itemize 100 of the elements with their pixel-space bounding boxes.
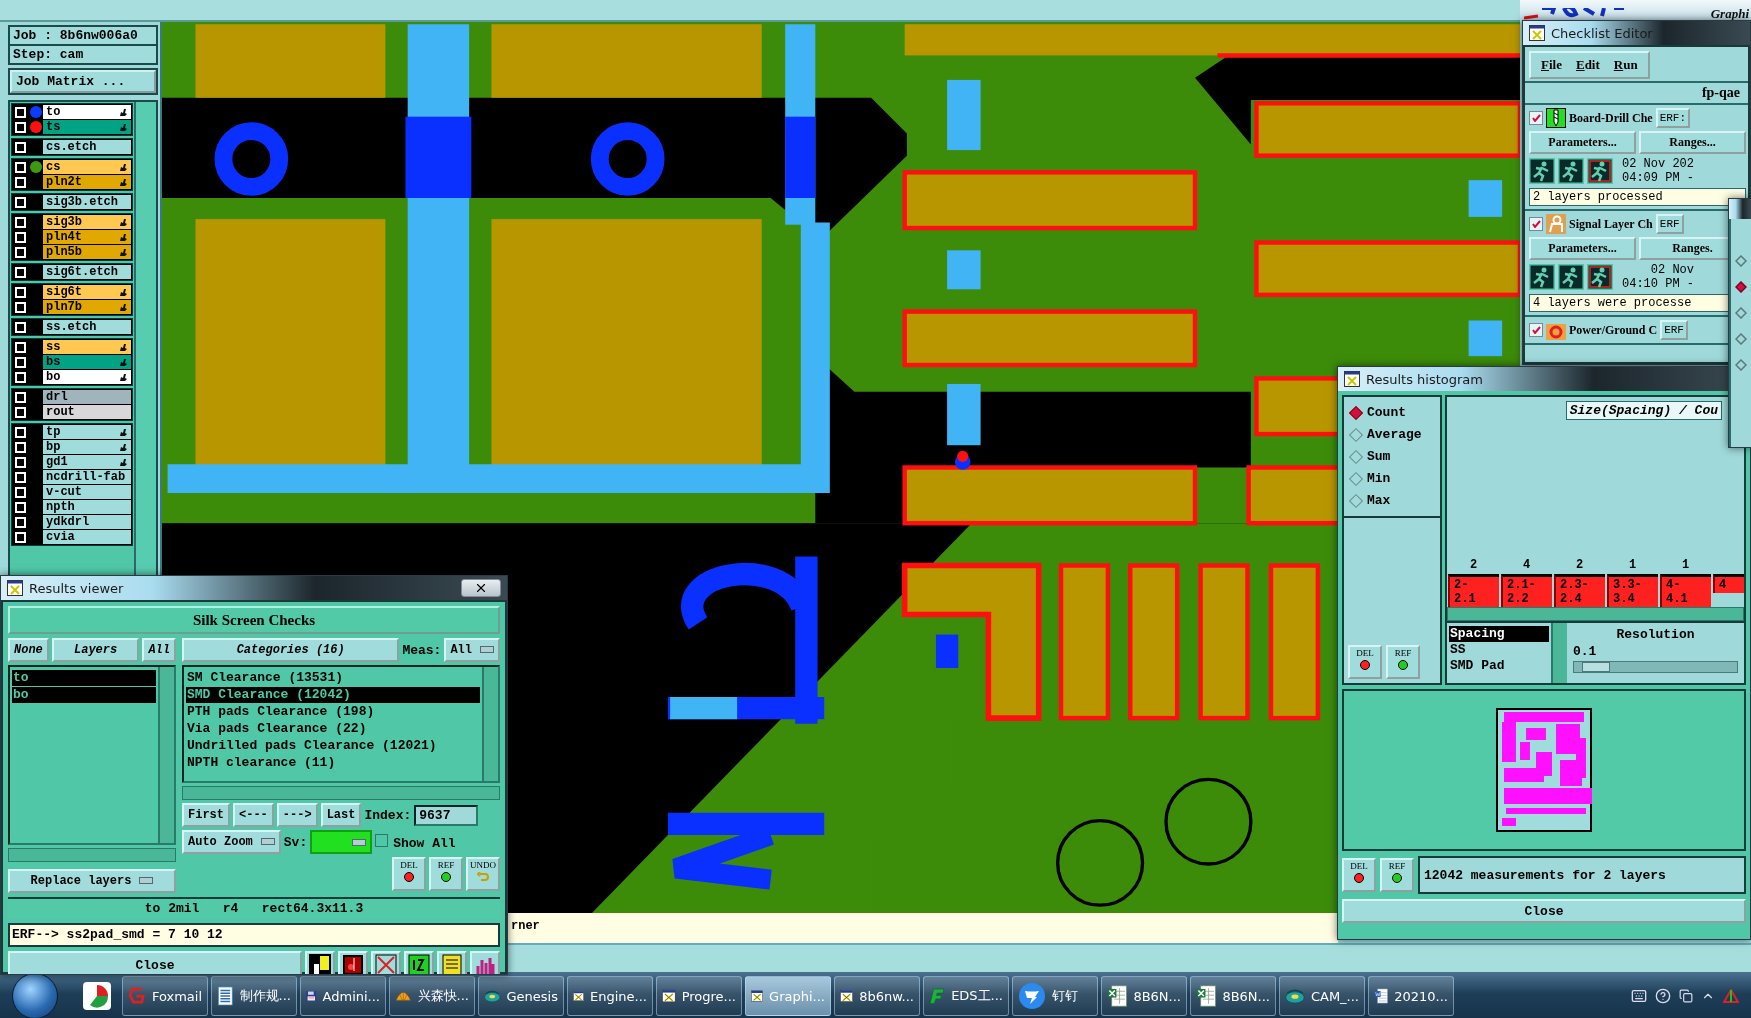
layer-checkbox[interactable] [15,406,26,418]
taskbar-button[interactable]: Progre... [656,976,742,1016]
layer-checkbox[interactable] [15,486,26,498]
index-field[interactable]: 9637 [414,804,479,826]
mode-radio[interactable]: Min [1348,471,1436,486]
action-checkbox[interactable] [1529,217,1543,231]
keyboard-icon[interactable] [1631,988,1647,1004]
running-figure-icon[interactable] [1587,158,1613,184]
layer-checkbox[interactable] [15,356,26,368]
mode-radio[interactable]: Max [1348,493,1436,508]
layer-checkbox[interactable] [15,341,26,353]
refresh-button[interactable]: REF [1380,858,1414,892]
radio-icon[interactable] [1735,307,1747,319]
ranges-button[interactable]: Ranges... [1639,131,1746,154]
taskbar-button[interactable]: 8B6N... [1190,976,1276,1016]
histogram-bin[interactable]: 2.3-2.4 [1554,574,1605,607]
radio-icon[interactable] [1735,359,1747,371]
clear-button[interactable] [371,951,401,974]
taskbar-button[interactable]: 8B6N... [1101,976,1187,1016]
taskbar-button[interactable]: Foxmail [122,976,208,1016]
attribute-item[interactable]: SMD Pad [1449,658,1549,674]
layer-name[interactable]: sig6t.etch [43,265,131,279]
layer-name[interactable]: bo [43,370,131,384]
vertical-scrollbar[interactable] [1551,623,1567,683]
menu-item[interactable]: Edit [1575,57,1600,73]
layer-checkbox[interactable] [15,286,26,298]
navigation-button[interactable]: <--- [233,803,274,827]
replace-layers-dropdown[interactable]: Replace layers [8,869,176,893]
navigation-button[interactable]: Last [320,803,362,827]
delete-button[interactable]: DEL [1342,858,1376,892]
network-icon[interactable] [1723,989,1739,1003]
layer-name[interactable]: ncdrill-fab [43,470,131,484]
layer-name[interactable]: ss [43,340,131,354]
layer-checkbox[interactable] [15,141,26,153]
vertical-scrollbar[interactable] [158,667,174,843]
layer-checkbox[interactable] [15,456,26,468]
running-figure-icon[interactable] [1529,264,1555,290]
layer-name[interactable]: pln7b [43,300,131,314]
layer-checkbox[interactable] [15,391,26,403]
histogram-bin[interactable]: 2-2.1 [1448,574,1499,607]
close-button[interactable] [461,579,501,597]
layer-name[interactable]: rout [43,405,131,419]
layer-checkbox[interactable] [15,516,26,528]
erf-button[interactable]: ERF [1655,214,1684,234]
taskbar-button[interactable]: Genesis [478,976,564,1016]
category-list-item[interactable]: SMD Clearance (12042) [186,687,480,703]
delete-button[interactable]: DEL [392,857,426,891]
layer-name[interactable]: ydkdrl [43,515,131,529]
taskbar-button[interactable]: 制作规... [211,976,297,1016]
mode-radio[interactable]: Average [1348,427,1436,442]
taskbar-button[interactable]: 8b6nw... [834,976,920,1016]
layer-checkbox[interactable] [15,266,26,278]
report-button[interactable] [305,951,335,974]
taskbar-button[interactable]: 兴森快... [389,976,475,1016]
categories-button[interactable]: Categories (16) [182,638,400,662]
action-checkbox[interactable] [1529,323,1543,337]
mode-radio[interactable]: Sum [1348,449,1436,464]
layer-filter-button[interactable]: All [142,638,176,662]
taskbar-button[interactable]: Admini... [300,976,386,1016]
layer-name[interactable]: drl [43,390,131,404]
severity-dropdown[interactable] [310,830,373,854]
layer-name[interactable]: to [43,105,131,119]
layer-name[interactable]: cvia [43,530,131,544]
layer-checkbox[interactable] [15,321,26,333]
layer-name[interactable]: cs [43,160,131,174]
layer-checkbox[interactable] [15,501,26,513]
histogram-bin[interactable]: 4-4.1 [1660,574,1711,607]
layer-name[interactable]: sig3b [43,215,131,229]
action-checkbox[interactable] [1529,111,1543,125]
layer-checkbox[interactable] [15,246,26,258]
taskbar-button[interactable]: 20210... [1368,976,1454,1016]
start-button[interactable] [12,973,58,1018]
attribute-item[interactable]: SS [1449,642,1549,658]
count-button[interactable] [404,951,434,974]
radio-icon[interactable] [1735,255,1747,267]
layer-name[interactable]: v-cut [43,485,131,499]
category-list-item[interactable]: Undrilled pads Clearance (12021) [186,738,480,754]
close-button[interactable]: Close [1342,899,1746,923]
histogram-button[interactable] [470,951,500,974]
notes-button[interactable] [437,951,467,974]
erf-button[interactable]: ERF: [1655,108,1691,128]
horizontal-scrollbar[interactable] [1447,607,1744,621]
running-figure-icon[interactable] [1529,158,1555,184]
layer-checkbox[interactable] [15,231,26,243]
layer-name[interactable]: pln2t [43,175,131,189]
histogram-bin[interactable]: 4 [1713,574,1744,593]
layer-checkbox[interactable] [15,531,26,543]
layer-name[interactable]: pln4t [43,230,131,244]
layer-name[interactable]: sig3b.etch [43,195,131,209]
radio-icon[interactable] [1735,333,1747,345]
show-all-checkbox[interactable]: Show All [375,833,456,851]
meas-dropdown[interactable]: All [444,638,500,662]
taskbar-button[interactable]: CAM_... [1279,976,1365,1016]
layer-checkbox[interactable] [15,471,26,483]
navigation-button[interactable]: ---> [276,803,318,827]
layer-checkbox[interactable] [15,216,26,228]
windows-icon[interactable] [1679,989,1693,1003]
refresh-button[interactable]: REF [1386,645,1420,679]
layer-name[interactable]: cs.etch [43,140,131,154]
layer-checkbox[interactable] [15,161,26,173]
